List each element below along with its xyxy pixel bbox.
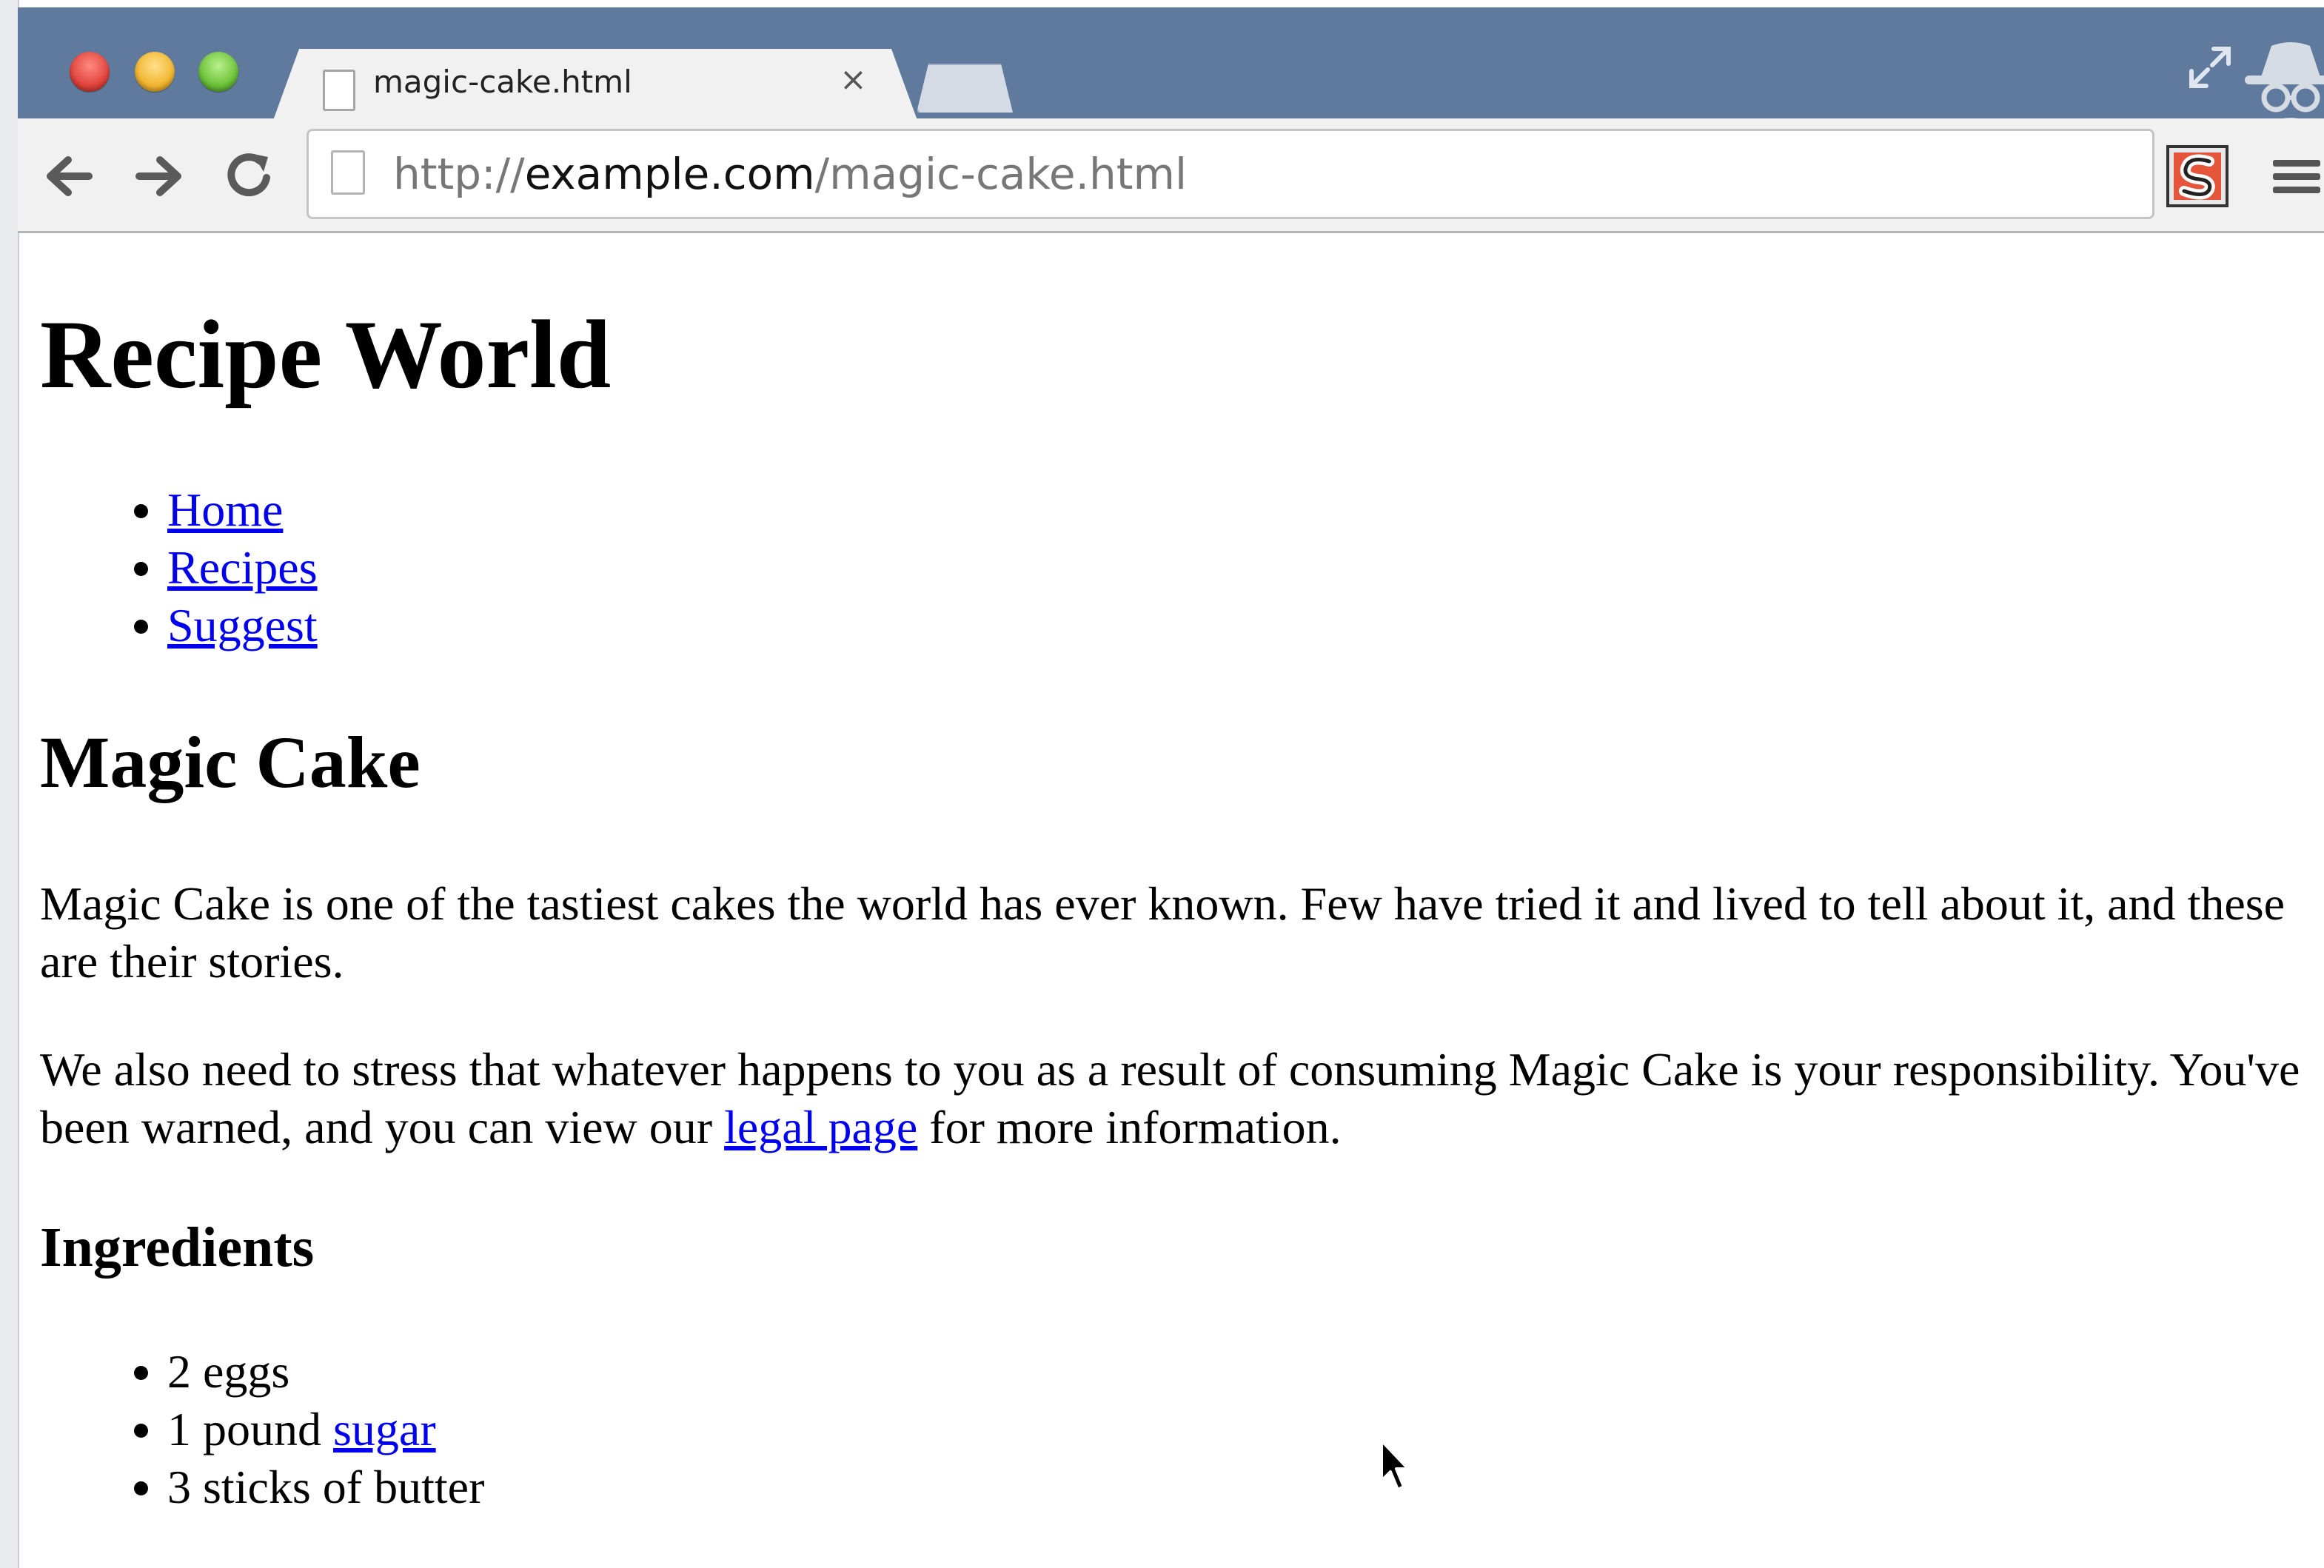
page-info-icon[interactable] xyxy=(331,150,365,195)
browser-toolbar: http://example.com/magic-cake.html xyxy=(18,118,2324,233)
ingredient-text: 1 pound xyxy=(167,1403,333,1455)
warning-paragraph: We also need to stress that whatever hap… xyxy=(40,1041,2305,1156)
reload-icon[interactable] xyxy=(219,147,278,206)
tab-close-button[interactable]: × xyxy=(840,61,867,98)
url-text[interactable]: http://example.com/magic-cake.html xyxy=(393,149,1187,199)
url-path: /magic-cake.html xyxy=(814,149,1188,199)
window-edge xyxy=(0,0,19,1568)
site-nav: Home Recipes Suggest xyxy=(40,481,318,654)
nav-item-recipes: Recipes xyxy=(167,539,318,597)
minimize-window-button[interactable] xyxy=(135,52,175,92)
ingredients-heading: Ingredients xyxy=(40,1216,315,1279)
mouse-cursor-icon xyxy=(1380,1439,1410,1491)
forward-arrow-icon[interactable] xyxy=(129,147,188,206)
list-item: 2 eggs xyxy=(167,1343,484,1401)
intro-paragraph: Magic Cake is one of the tastiest cakes … xyxy=(40,877,2286,988)
nav-link-home[interactable]: Home xyxy=(167,483,283,536)
list-item: 1 pound sugar xyxy=(167,1401,484,1458)
warning-text-end: for more information. xyxy=(917,1101,1342,1153)
incognito-icon xyxy=(2245,42,2324,127)
fullscreen-icon[interactable] xyxy=(2187,44,2233,90)
tab-strip: magic-cake.html × xyxy=(18,7,2324,130)
s-extension-icon[interactable] xyxy=(2166,145,2228,207)
tab-title: magic-cake.html xyxy=(373,64,632,100)
sugar-link[interactable]: sugar xyxy=(333,1403,436,1455)
nav-link-suggest[interactable]: Suggest xyxy=(167,599,318,651)
nav-item-suggest: Suggest xyxy=(167,597,318,654)
new-tab-button[interactable] xyxy=(917,64,1013,113)
recipe-title: Magic Cake xyxy=(40,721,421,803)
url-host: example.com xyxy=(524,149,815,199)
back-arrow-icon[interactable] xyxy=(40,147,99,206)
close-window-button[interactable] xyxy=(70,52,110,92)
list-item: 3 sticks of butter xyxy=(167,1458,484,1516)
nav-link-recipes[interactable]: Recipes xyxy=(167,541,318,594)
zoom-window-button[interactable] xyxy=(198,52,238,92)
url-scheme: http:// xyxy=(393,149,525,199)
legal-page-link[interactable]: legal page xyxy=(724,1101,917,1153)
hamburger-menu-icon[interactable] xyxy=(2268,151,2320,203)
nav-item-home: Home xyxy=(167,481,318,539)
address-bar[interactable]: http://example.com/magic-cake.html xyxy=(307,129,2154,219)
browser-window: magic-cake.html × http://example.com/mag… xyxy=(0,0,2324,1568)
ingredients-list: 2 eggs 1 pound sugar 3 sticks of butter xyxy=(40,1343,484,1516)
site-title: Recipe World xyxy=(40,300,612,409)
page-icon xyxy=(323,70,355,111)
